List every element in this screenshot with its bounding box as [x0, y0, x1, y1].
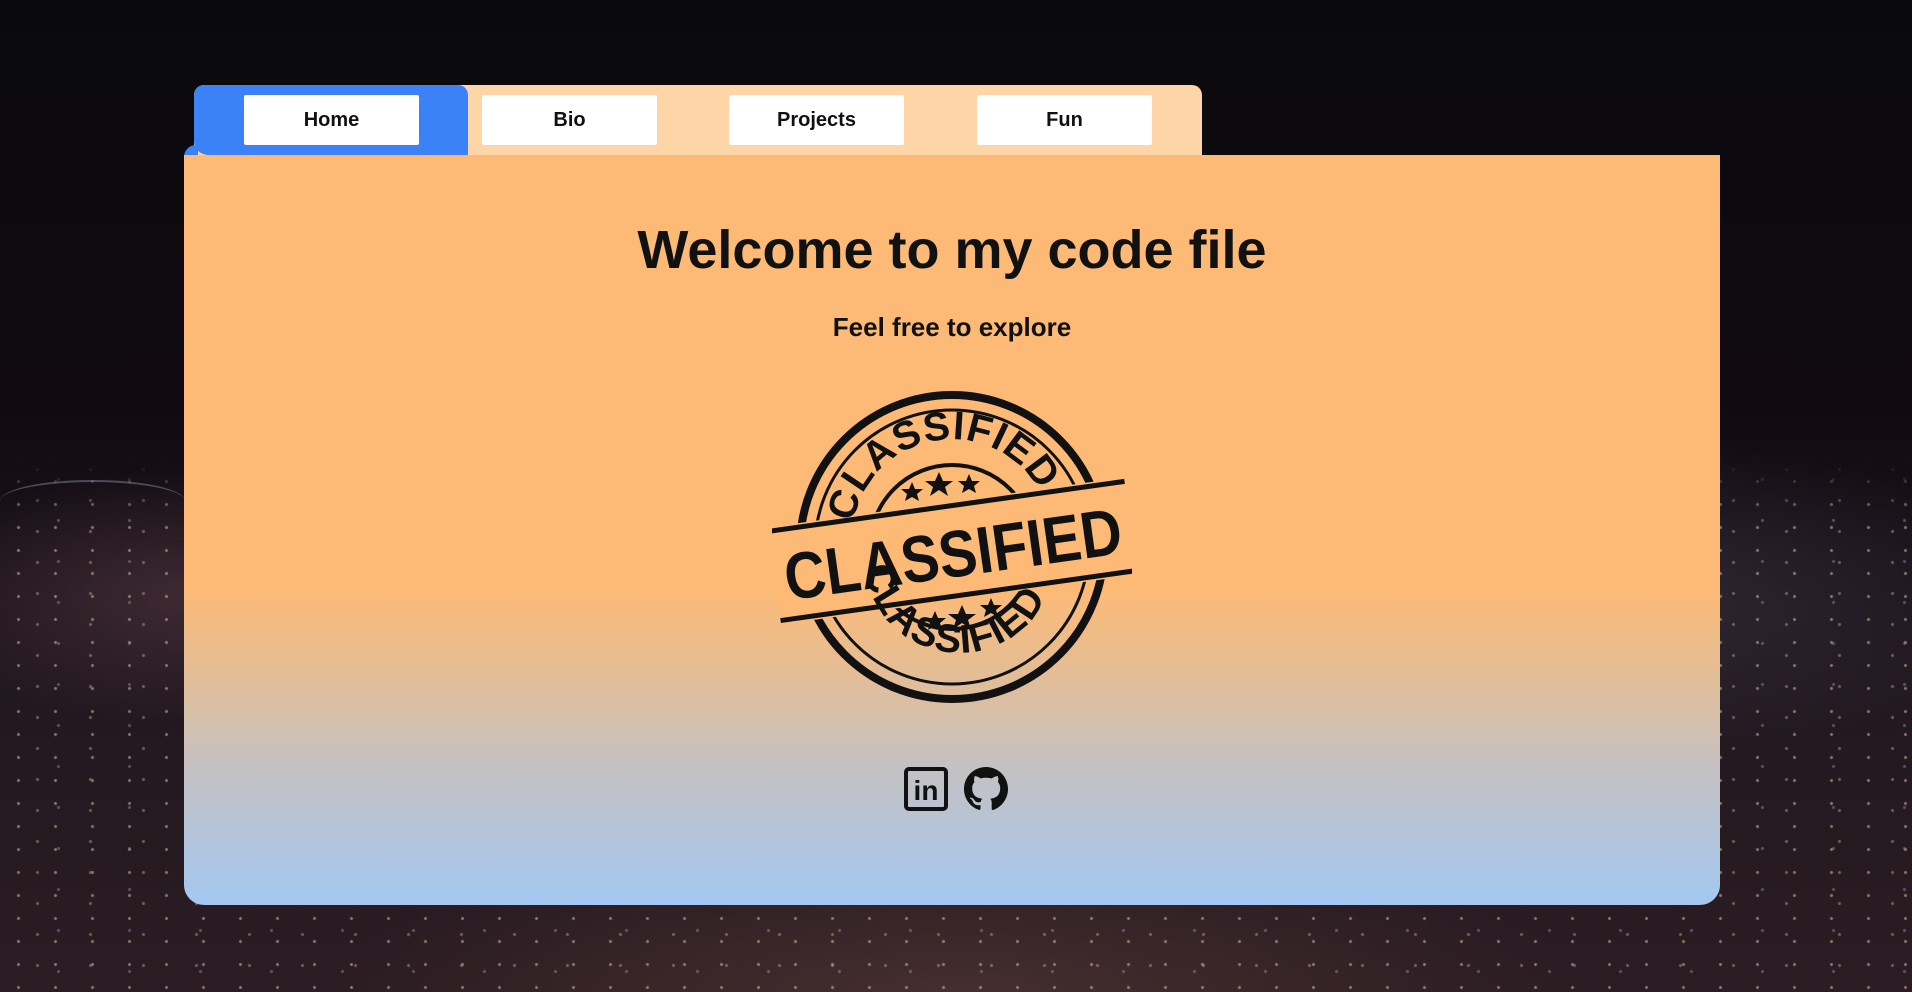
github-icon[interactable]: [962, 765, 1010, 813]
page-title: Welcome to my code file: [637, 220, 1267, 280]
tab-fun[interactable]: Fun: [977, 95, 1152, 145]
bridge-silhouette: [0, 480, 185, 522]
linkedin-label: in: [914, 775, 939, 806]
linkedin-icon[interactable]: in: [902, 765, 950, 813]
tab-projects[interactable]: Projects: [729, 95, 904, 145]
tab-bio[interactable]: Bio: [482, 95, 657, 145]
page-subtitle: Feel free to explore: [832, 312, 1072, 342]
tab-home[interactable]: Home: [244, 95, 419, 145]
classified-stamp-icon: CLASSIFIED CLASSIFIED CLASSIFIED: [772, 391, 1132, 703]
